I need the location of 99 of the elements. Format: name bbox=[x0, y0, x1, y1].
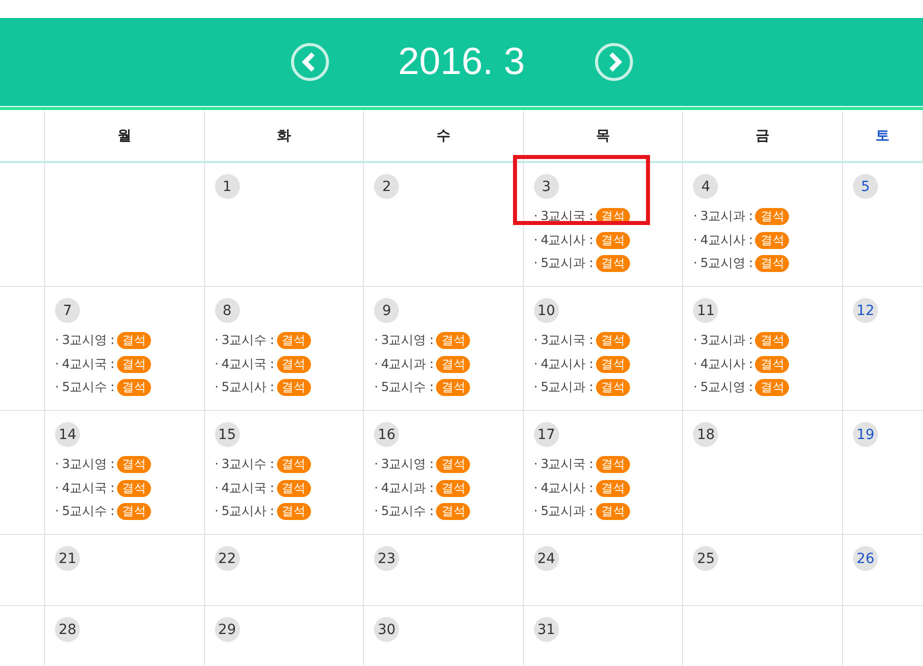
period-subject: · 5교시수 : bbox=[55, 503, 114, 520]
period-subject: · 5교시수 : bbox=[55, 379, 114, 396]
date-number: 31 bbox=[534, 617, 559, 642]
period-subject: · 3교시영 : bbox=[55, 332, 114, 350]
date-number: 24 bbox=[534, 546, 559, 571]
period-subject: · 4교시국 : bbox=[55, 356, 114, 373]
period-subject: · 3교시영 : bbox=[374, 332, 434, 350]
month-title: 2016. 3 bbox=[397, 40, 526, 84]
absence-badge: 결석 bbox=[436, 356, 470, 373]
absence-badge: 결석 bbox=[436, 456, 470, 474]
period-subject: · 4교시사 : bbox=[693, 356, 752, 373]
absence-badge: 결석 bbox=[276, 379, 311, 396]
date-number: 17 bbox=[534, 422, 559, 447]
absence-badge: 결석 bbox=[117, 503, 152, 520]
date-number: 23 bbox=[374, 546, 400, 571]
absence-badge: 결석 bbox=[596, 503, 630, 520]
absence-badge: 결석 bbox=[436, 332, 470, 350]
absence-badge: 결석 bbox=[755, 208, 790, 226]
period-subject: · 3교시국 : bbox=[534, 332, 593, 350]
date-number: 29 bbox=[214, 617, 240, 642]
date-number: 2 bbox=[374, 174, 400, 199]
date-number: 10 bbox=[534, 298, 559, 323]
weekday-label: 수 bbox=[436, 127, 450, 145]
period-subject: · 5교시사 : bbox=[214, 503, 274, 520]
absence-badge: 결석 bbox=[436, 480, 470, 497]
period-subject: · 4교시사 : bbox=[534, 232, 593, 249]
date-number: 4 bbox=[693, 174, 718, 199]
date-number: 11 bbox=[693, 298, 718, 323]
weekday-label: 금 bbox=[756, 127, 770, 145]
period-subject: · 5교시영 : bbox=[693, 379, 752, 396]
absence-badge: 결석 bbox=[117, 456, 152, 474]
absence-badge: 결석 bbox=[436, 379, 470, 396]
date-number: 5 bbox=[852, 174, 878, 199]
period-subject: · 4교시국 : bbox=[214, 480, 274, 497]
date-number: 3 bbox=[534, 174, 559, 199]
absence-badge: 결석 bbox=[436, 503, 470, 520]
period-subject: · 4교시과 : bbox=[374, 480, 434, 497]
absence-badge: 결석 bbox=[596, 332, 630, 350]
date-number: 9 bbox=[374, 298, 400, 323]
absence-badge: 결석 bbox=[276, 503, 311, 520]
period-subject: · 5교시수 : bbox=[374, 503, 434, 520]
absence-badge: 결석 bbox=[755, 356, 790, 373]
date-number: 14 bbox=[55, 422, 80, 447]
period-subject: · 3교시수 : bbox=[214, 332, 274, 350]
absence-badge: 결석 bbox=[596, 255, 630, 272]
absence-badge: 결석 bbox=[755, 255, 790, 272]
date-number: 19 bbox=[852, 422, 878, 447]
absence-badge: 결석 bbox=[596, 379, 630, 396]
date-number: 30 bbox=[374, 617, 400, 642]
date-number: 18 bbox=[693, 422, 718, 447]
weekday-label: 화 bbox=[276, 127, 291, 145]
absence-badge: 결석 bbox=[596, 356, 630, 373]
period-subject: · 5교시과 : bbox=[534, 255, 593, 272]
period-subject: · 5교시수 : bbox=[374, 379, 434, 396]
period-subject: · 4교시과 : bbox=[374, 356, 434, 373]
absence-badge: 결석 bbox=[276, 356, 311, 373]
absence-badge: 결석 bbox=[755, 232, 790, 249]
absence-badge: 결석 bbox=[117, 480, 152, 497]
period-subject: · 5교시사 : bbox=[214, 379, 274, 396]
absence-badge: 결석 bbox=[755, 379, 790, 396]
period-subject: · 5교시영 : bbox=[693, 255, 752, 272]
weekday-label: 목 bbox=[596, 127, 610, 145]
weekday-label: 월 bbox=[117, 127, 132, 145]
absence-badge: 결석 bbox=[596, 480, 630, 497]
date-number: 15 bbox=[214, 422, 240, 447]
date-number: 7 bbox=[55, 298, 80, 323]
absence-badge: 결석 bbox=[755, 332, 790, 350]
date-number: 26 bbox=[852, 546, 878, 571]
period-subject: · 4교시사 : bbox=[534, 480, 593, 497]
date-number: 22 bbox=[214, 546, 240, 571]
period-subject: · 3교시과 : bbox=[693, 332, 752, 350]
date-number: 8 bbox=[214, 298, 240, 323]
absence-badge: 결석 bbox=[276, 332, 311, 350]
date-number: 28 bbox=[55, 617, 80, 642]
period-subject: · 3교시영 : bbox=[374, 456, 434, 474]
period-subject: · 3교시과 : bbox=[693, 208, 752, 226]
date-number: 25 bbox=[693, 546, 718, 571]
period-subject: · 3교시국 : bbox=[534, 208, 593, 226]
period-subject: · 3교시영 : bbox=[55, 456, 114, 474]
absence-badge: 결석 bbox=[596, 456, 630, 474]
absence-badge: 결석 bbox=[276, 456, 311, 474]
date-number: 12 bbox=[852, 298, 878, 323]
period-subject: · 5교시과 : bbox=[534, 503, 593, 520]
absence-badge: 결석 bbox=[276, 480, 311, 497]
period-subject: · 4교시사 : bbox=[693, 232, 752, 249]
period-subject: · 4교시국 : bbox=[214, 356, 274, 373]
date-number: 16 bbox=[374, 422, 400, 447]
weekday-label: 토 bbox=[875, 127, 890, 145]
period-subject: · 3교시수 : bbox=[214, 456, 274, 474]
period-subject: · 4교시사 : bbox=[534, 356, 593, 373]
date-number: 1 bbox=[214, 174, 240, 199]
absence-badge: 결석 bbox=[117, 332, 152, 350]
absence-badge: 결석 bbox=[117, 379, 152, 396]
period-subject: · 5교시과 : bbox=[534, 379, 593, 396]
absence-badge: 결석 bbox=[596, 232, 630, 249]
absence-badge: 결석 bbox=[117, 356, 152, 373]
period-subject: · 3교시국 : bbox=[534, 456, 593, 474]
date-number: 21 bbox=[55, 546, 80, 571]
period-subject: · 4교시국 : bbox=[55, 480, 114, 497]
